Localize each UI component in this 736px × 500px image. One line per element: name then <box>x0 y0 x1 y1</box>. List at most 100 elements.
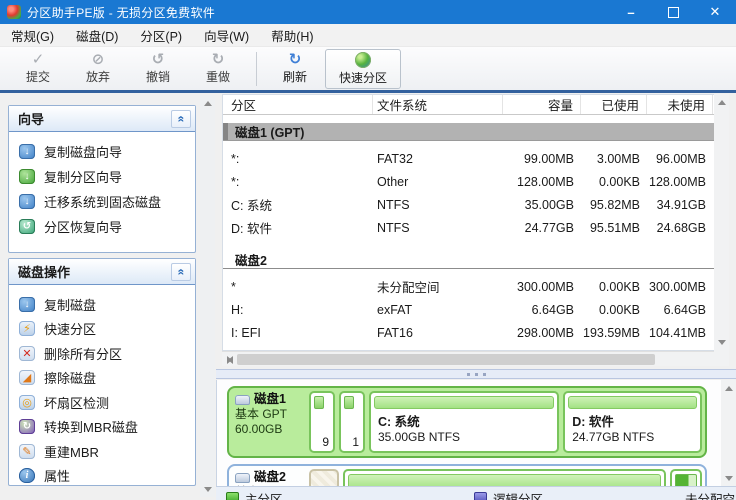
scroll-up-icon[interactable] <box>714 94 729 109</box>
refresh-button[interactable]: ↻ 刷新 <box>265 49 325 89</box>
column-used[interactable]: 已使用 <box>581 95 647 114</box>
sidebar-item-properties[interactable]: 属性 <box>19 464 195 489</box>
table-vertical-scrollbar[interactable] <box>714 94 729 366</box>
undo-button[interactable]: ↺ 撤销 <box>128 49 188 89</box>
table-row[interactable]: *: FAT32 99.00MB 3.00MB 96.00MB <box>223 147 714 170</box>
sidebar-item-convert-to-mbr[interactable]: 转换到MBR磁盘 <box>19 415 195 440</box>
scroll-up-icon[interactable] <box>721 380 736 395</box>
disk2-group-header[interactable]: 磁盘2 <box>223 251 714 269</box>
convert-to-mbr-icon <box>19 419 35 434</box>
sidebar-item-rebuild-mbr[interactable]: 重建MBR <box>19 439 195 464</box>
close-button[interactable] <box>694 0 736 24</box>
menu-general[interactable]: 常规(G) <box>0 24 65 46</box>
sidebar-item-partition-recovery[interactable]: 分区恢复向导 <box>19 214 195 239</box>
app-window: 分区助手PE版 - 无损分区免费软件 常规(G) 磁盘(D) 分区(P) 向导(… <box>0 0 736 500</box>
scroll-down-icon[interactable] <box>200 482 215 497</box>
undo-icon: ↺ <box>152 52 165 67</box>
menu-wizard[interactable]: 向导(W) <box>193 24 260 46</box>
sidebar-item-migrate-os[interactable]: 迁移系统到固态磁盘 <box>19 189 195 214</box>
disk-icon <box>235 395 250 405</box>
table-row[interactable]: *: Other 128.00MB 0.00KB 128.00MB <box>223 170 714 193</box>
menu-help[interactable]: 帮助(H) <box>260 24 324 46</box>
disk-panel-scrollbar[interactable] <box>721 380 736 486</box>
collapse-chevron-icon[interactable] <box>171 263 191 281</box>
table-header-row: 分区 文件系统 容量 已使用 未使用 <box>223 95 714 115</box>
refresh-icon: ↻ <box>289 52 302 67</box>
scroll-right-icon[interactable] <box>222 352 237 367</box>
commit-button[interactable]: ✓ 提交 <box>8 49 68 89</box>
sidebar-item-wipe-disk[interactable]: 擦除磁盘 <box>19 366 195 391</box>
redo-icon: ↻ <box>212 52 225 67</box>
column-partition[interactable]: 分区 <box>223 95 373 114</box>
copy-disk-wizard-icon <box>19 144 35 159</box>
partition-block-h[interactable] <box>343 469 666 486</box>
content-area: 向导 复制磁盘向导 复制分区向导 迁移系统到固态磁盘 分区恢 <box>0 93 736 500</box>
column-capacity[interactable]: 容量 <box>503 95 581 114</box>
sidebar-item-copy-partition-wizard[interactable]: 复制分区向导 <box>19 164 195 189</box>
partition-type-legend: 主分区 逻辑分区 未分配空间 <box>216 486 736 500</box>
scrollbar-thumb[interactable] <box>237 354 655 365</box>
partition-block-msr[interactable]: 1 <box>339 391 365 453</box>
window-title: 分区助手PE版 - 无损分区免费软件 <box>27 4 215 21</box>
scroll-down-icon[interactable] <box>721 471 736 486</box>
partition-usage-bar <box>568 396 697 409</box>
disk-map-panel: 磁盘1 基本 GPT 60.00GB 9 1 <box>216 380 736 486</box>
maximize-button[interactable] <box>652 0 694 24</box>
table-horizontal-scrollbar[interactable] <box>222 351 714 366</box>
quick-partition-icon <box>19 321 35 336</box>
menu-partition[interactable]: 分区(P) <box>129 24 193 46</box>
disk1-card[interactable]: 磁盘1 基本 GPT 60.00GB 9 1 <box>227 386 707 458</box>
partition-usage-chip <box>344 396 354 409</box>
table-row[interactable]: * 未分配空间 300.00MB 0.00KB 300.00MB <box>223 275 714 298</box>
disk1-type: 基本 GPT <box>235 407 307 422</box>
disk2-card[interactable]: 磁盘2 基本 MBR <box>227 464 707 486</box>
partition-block-c[interactable]: C: 系统 35.00GB NTFS <box>369 391 559 453</box>
sidebar-item-bad-sector-check[interactable]: 坏扇区检测 <box>19 390 195 415</box>
partition-block-d[interactable]: D: 软件 24.77GB NTFS <box>563 391 702 453</box>
partition-block-i-efi[interactable] <box>670 469 702 486</box>
partition-block-unallocated[interactable] <box>309 469 339 486</box>
sidebar-item-quick-partition[interactable]: 快速分区 <box>19 317 195 342</box>
disk1-group-header[interactable]: 磁盘1 (GPT) <box>223 123 714 141</box>
quick-partition-button[interactable]: 快速分区 <box>325 49 401 89</box>
partition-recovery-icon <box>19 219 35 234</box>
disk1-name: 磁盘1 <box>254 392 286 407</box>
column-filesystem[interactable]: 文件系统 <box>373 95 503 114</box>
app-logo-icon <box>7 5 21 19</box>
sidebar-item-copy-disk-wizard[interactable]: 复制磁盘向导 <box>19 139 195 164</box>
logical-partition-swatch-icon <box>474 492 487 500</box>
partition-usage-bar <box>675 474 697 486</box>
bad-sector-check-icon <box>19 395 35 410</box>
table-row[interactable]: I: EFI FAT16 298.00MB 193.59MB 104.41MB <box>223 321 714 344</box>
partition-block-efi[interactable]: 9 <box>309 391 335 453</box>
wizards-panel-header: 向导 <box>9 106 195 132</box>
minimize-button[interactable] <box>610 0 652 24</box>
discard-button[interactable]: ⊘ 放弃 <box>68 49 128 89</box>
menu-disk[interactable]: 磁盘(D) <box>65 24 129 46</box>
disk2-name: 磁盘2 <box>254 470 286 485</box>
sidebar-item-copy-disk[interactable]: 复制磁盘 <box>19 292 195 317</box>
column-unused[interactable]: 未使用 <box>647 95 713 114</box>
delete-all-partitions-icon <box>19 346 35 361</box>
disk-operations-panel-header: 磁盘操作 <box>9 259 195 285</box>
primary-partition-swatch-icon <box>226 492 239 500</box>
toolbar: ✓ 提交 ⊘ 放弃 ↺ 撤销 ↻ 重做 ↻ 刷新 快速分区 <box>0 47 736 90</box>
collapse-chevron-icon[interactable] <box>171 110 191 128</box>
partition-table: 分区 文件系统 容量 已使用 未使用 磁盘1 (GPT) *: FAT32 99… <box>222 94 714 351</box>
table-row[interactable]: H: exFAT 6.64GB 0.00KB 6.64GB <box>223 298 714 321</box>
disk-operations-panel: 磁盘操作 复制磁盘 快速分区 删除所有分区 擦除磁盘 <box>8 258 196 486</box>
scroll-down-icon[interactable] <box>714 335 729 350</box>
partition-usage-chip <box>314 396 324 409</box>
table-row[interactable]: D: 软件 NTFS 24.77GB 95.51MB 24.68GB <box>223 216 714 239</box>
panel-splitter[interactable] <box>216 369 736 379</box>
sidebar-scrollbar[interactable] <box>200 95 215 497</box>
properties-icon <box>19 468 35 483</box>
table-row[interactable]: C: 系统 NTFS 35.00GB 95.82MB 34.91GB <box>223 193 714 216</box>
disk-icon <box>235 473 250 483</box>
redo-button[interactable]: ↻ 重做 <box>188 49 248 89</box>
scroll-up-icon[interactable] <box>200 95 215 110</box>
copy-disk-icon <box>19 297 35 312</box>
disk1-size: 60.00GB <box>235 422 307 437</box>
sidebar-item-delete-all-partitions[interactable]: 删除所有分区 <box>19 341 195 366</box>
migrate-os-icon <box>19 194 35 209</box>
